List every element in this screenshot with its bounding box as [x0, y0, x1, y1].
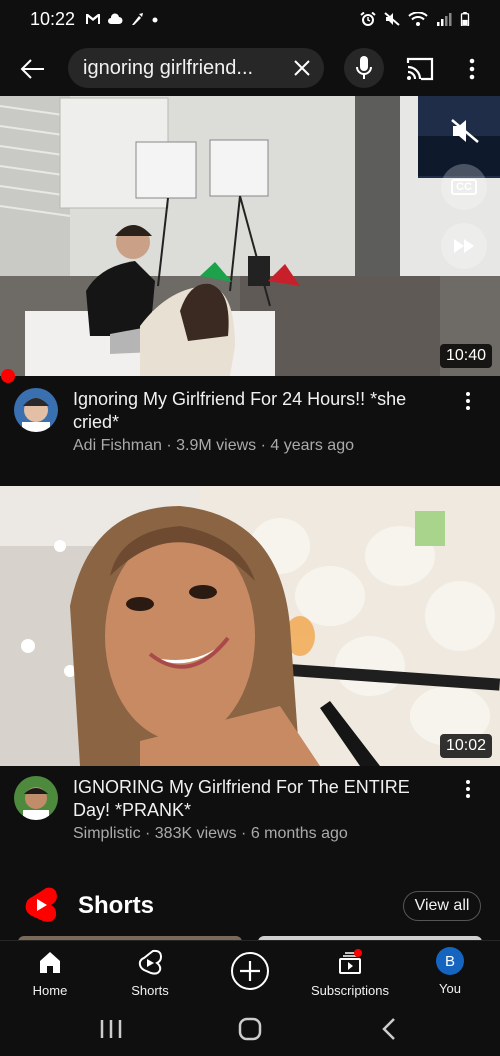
- thumbnail-image-2: [0, 486, 500, 766]
- mute-icon[interactable]: [450, 118, 480, 144]
- search-query-text: ignoring girlfriend...: [83, 56, 254, 79]
- duration-badge: 10:40: [439, 344, 492, 368]
- avatar-image: [14, 776, 58, 820]
- video-meta: Simplistic · 383K views · 6 months ago: [73, 825, 348, 842]
- video-meta: Adi Fishman · 3.9M views · 4 years ago: [73, 437, 354, 454]
- shorts-title: Shorts: [78, 892, 155, 919]
- wifi-icon: [408, 12, 428, 26]
- video-thumbnail-1[interactable]: CC 10:40: [0, 96, 500, 376]
- playback-progress-handle[interactable]: [1, 369, 15, 383]
- captions-icon: CC: [451, 179, 477, 195]
- video-title[interactable]: Ignoring My Girlfriend For 24 Hours!! *s…: [73, 388, 443, 434]
- more-vert-icon[interactable]: [462, 54, 482, 84]
- gmail-icon: [86, 14, 101, 24]
- nav-home-label: Home: [32, 983, 68, 998]
- channel-avatar[interactable]: [14, 388, 58, 432]
- more-vert-icon[interactable]: [460, 778, 476, 800]
- search-header: ignoring girlfriend...: [0, 44, 500, 92]
- nav-subscriptions[interactable]: Subscriptions: [300, 947, 400, 1001]
- video-thumbnail-2[interactable]: 10:02: [0, 486, 500, 766]
- status-time: 10:22: [30, 8, 76, 29]
- search-input[interactable]: ignoring girlfriend...: [68, 48, 324, 88]
- bottom-navigation: Home Shorts Subscriptions B You: [0, 940, 500, 1004]
- fast-forward-button[interactable]: [441, 223, 487, 269]
- nav-shorts-label: Shorts: [131, 983, 169, 998]
- dot-icon: [152, 17, 158, 23]
- clear-icon[interactable]: [290, 56, 314, 80]
- home-icon: [40, 952, 60, 973]
- create-icon[interactable]: [230, 951, 270, 991]
- video-info-2[interactable]: IGNORING My Girlfriend For The ENTIRE Da…: [0, 774, 500, 854]
- duration-badge: 10:02: [439, 734, 492, 758]
- battery-icon: [460, 12, 470, 26]
- video-info-1[interactable]: Ignoring My Girlfriend For 24 Hours!! *s…: [0, 386, 500, 466]
- avatar-image: [14, 388, 58, 432]
- channel-avatar[interactable]: [14, 776, 58, 820]
- shorts-icon: [138, 949, 163, 975]
- view-all-button[interactable]: View all: [403, 891, 481, 921]
- system-navigation-bar: [0, 1004, 500, 1056]
- voice-search-button[interactable]: [344, 48, 384, 88]
- signal-icon: [437, 13, 452, 26]
- shorts-logo-icon: [25, 887, 57, 922]
- home-button-icon[interactable]: [235, 1014, 265, 1044]
- cast-icon[interactable]: [405, 54, 435, 84]
- fast-forward-icon: [454, 239, 474, 253]
- nav-you[interactable]: B You: [400, 947, 500, 1001]
- tool-icon: [132, 13, 144, 25]
- back-button-icon[interactable]: [375, 1014, 405, 1044]
- nav-you-label: You: [439, 981, 461, 996]
- thumbnail-image-1: [0, 96, 500, 376]
- captions-button[interactable]: CC: [441, 164, 487, 210]
- cloud-icon: [108, 13, 123, 24]
- alarm-icon: [360, 12, 376, 26]
- nav-subscriptions-label: Subscriptions: [310, 983, 390, 998]
- recent-apps-icon[interactable]: [96, 1014, 126, 1044]
- shorts-shelf-header: Shorts View all: [0, 884, 500, 928]
- nav-shorts[interactable]: Shorts: [100, 947, 200, 1001]
- subscriptions-icon: [339, 949, 362, 974]
- back-button[interactable]: [18, 54, 48, 84]
- mute-icon: [384, 12, 400, 26]
- nav-home[interactable]: Home: [0, 947, 100, 1001]
- back-arrow-icon: [20, 59, 44, 79]
- user-avatar: B: [436, 947, 464, 975]
- more-vert-icon[interactable]: [460, 390, 476, 412]
- video-title[interactable]: IGNORING My Girlfriend For The ENTIRE Da…: [73, 776, 443, 822]
- status-bar: 10:22: [0, 0, 500, 38]
- mic-icon: [356, 56, 372, 79]
